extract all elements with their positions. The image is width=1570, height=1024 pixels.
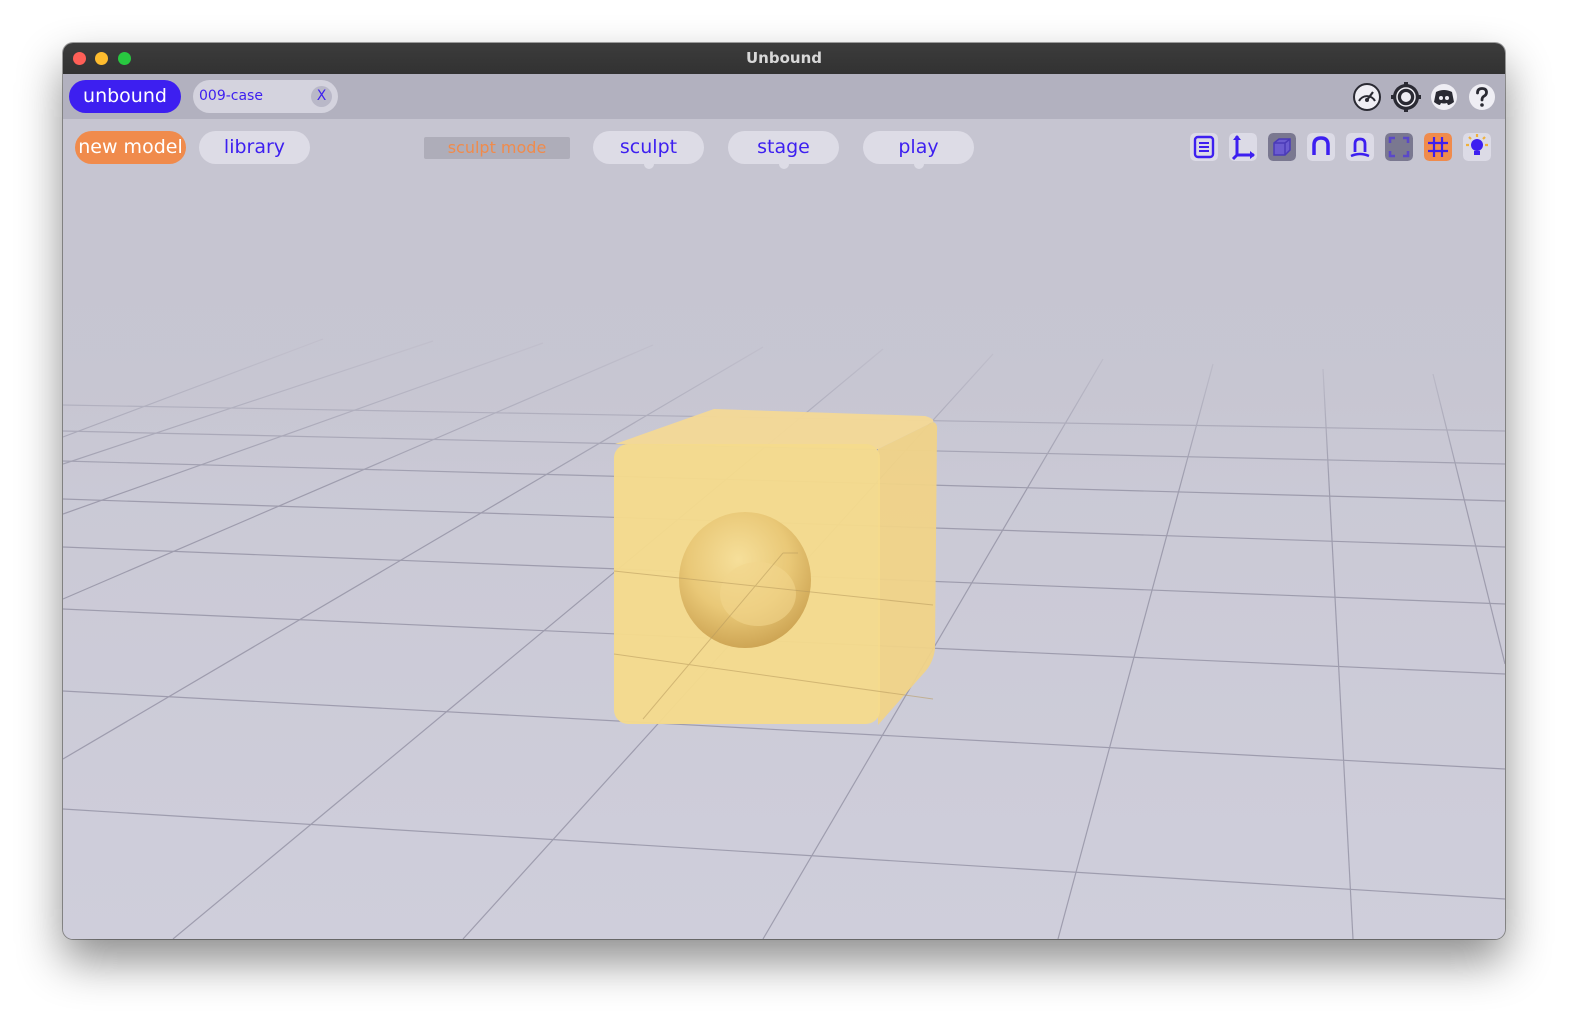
light-bulb-icon[interactable]: [1463, 133, 1491, 161]
mirror-icon[interactable]: [1346, 133, 1374, 161]
tab-stage-label: stage: [757, 136, 810, 158]
file-tab-name: 009-case: [199, 88, 263, 104]
settings-gear-icon[interactable]: [1391, 82, 1421, 112]
cube-model[interactable]: [613, 409, 938, 725]
library-button[interactable]: library: [199, 131, 310, 164]
tab-play[interactable]: play: [863, 131, 974, 169]
tab-notch: [778, 159, 789, 169]
new-model-button[interactable]: new model: [75, 131, 186, 164]
magnet-snap-icon[interactable]: [1307, 133, 1335, 161]
app-window: Unbound unbound 009-case X new model lib…: [63, 43, 1505, 939]
file-tab-close-button[interactable]: X: [311, 86, 332, 107]
discord-icon[interactable]: [1429, 82, 1459, 112]
window-maximize-button[interactable]: [118, 52, 131, 65]
cube-toggle-icon[interactable]: [1268, 133, 1296, 161]
tab-sculpt[interactable]: sculpt: [593, 131, 704, 169]
tab-bar: unbound 009-case X: [63, 74, 1505, 119]
title-bar: Unbound: [63, 43, 1505, 74]
tab-play-label: play: [898, 136, 939, 158]
axis-gizmo-icon[interactable]: [1229, 133, 1257, 161]
scene-canvas[interactable]: [63, 119, 1505, 939]
frame-fit-icon[interactable]: [1385, 133, 1413, 161]
tab-notch: [913, 159, 924, 169]
window-minimize-button[interactable]: [95, 52, 108, 65]
tab-notch: [643, 159, 654, 169]
grid-icon[interactable]: [1424, 133, 1452, 161]
window-title: Unbound: [746, 49, 822, 67]
panel-list-icon[interactable]: [1190, 133, 1218, 161]
mode-label: sculpt mode: [424, 137, 570, 159]
help-icon[interactable]: [1467, 82, 1497, 112]
file-tab[interactable]: 009-case X: [193, 80, 338, 113]
window-close-button[interactable]: [73, 52, 86, 65]
speedometer-icon[interactable]: [1352, 82, 1382, 112]
tab-stage[interactable]: stage: [728, 131, 839, 169]
brand-button[interactable]: unbound: [69, 80, 181, 113]
tab-sculpt-label: sculpt: [619, 136, 678, 158]
3d-viewport[interactable]: new model library sculpt mode sculpt sta…: [63, 119, 1505, 939]
